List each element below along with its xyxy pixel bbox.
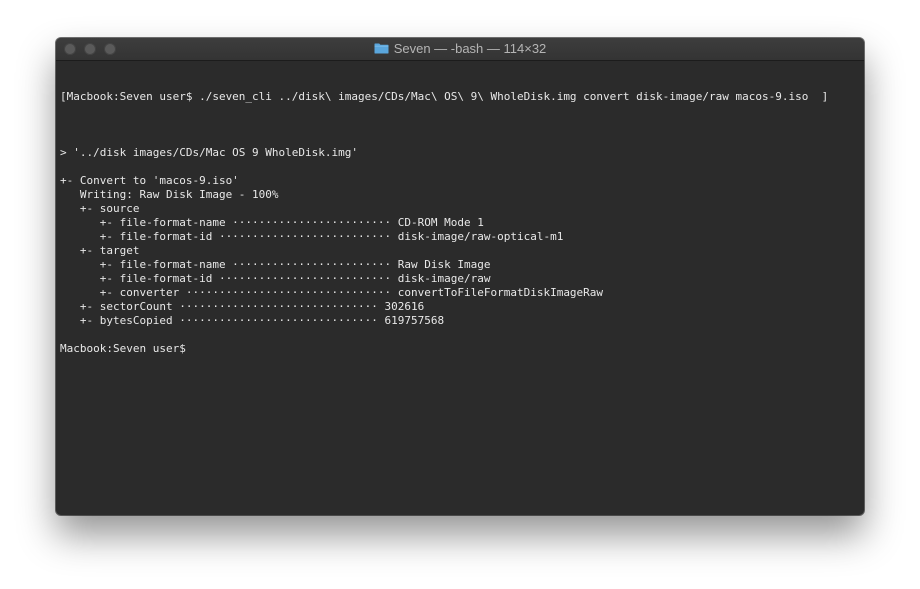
output-lines: > '../disk images/CDs/Mac OS 9 WholeDisk… xyxy=(60,132,860,356)
output-line: +- bytesCopied ·························… xyxy=(60,314,445,327)
output-line: +- file-format-id ······················… xyxy=(60,230,564,243)
output-line: Writing: Raw Disk Image - 100% xyxy=(60,188,279,201)
output-line: +- source xyxy=(60,202,140,215)
prompt-line: Macbook:Seven user$ xyxy=(60,342,186,355)
terminal-output[interactable]: [Macbook:Seven user$ ./seven_cli ../disk… xyxy=(60,62,860,515)
output-line: +- file-format-id ······················… xyxy=(60,272,491,285)
output-line: > '../disk images/CDs/Mac OS 9 WholeDisk… xyxy=(60,146,359,159)
output-line: +- converter ···························… xyxy=(60,286,604,299)
title-bar[interactable]: Seven — -bash — 114×32 xyxy=(56,38,864,61)
window-title: Seven — -bash — 114×32 xyxy=(56,38,864,60)
command-line: [Macbook:Seven user$ ./seven_cli ../disk… xyxy=(60,90,829,103)
output-line: +- sectorCount ·························… xyxy=(60,300,425,313)
output-line: +- Convert to 'macos-9.iso' xyxy=(60,174,239,187)
window-title-text: Seven — -bash — 114×32 xyxy=(393,41,547,56)
output-line: +- target xyxy=(60,244,140,257)
output-line: +- file-format-name ····················… xyxy=(60,258,491,271)
terminal-window: Seven — -bash — 114×32 [Macbook:Seven us… xyxy=(56,38,864,515)
folder-icon xyxy=(374,43,389,54)
output-line: +- file-format-name ····················… xyxy=(60,216,484,229)
